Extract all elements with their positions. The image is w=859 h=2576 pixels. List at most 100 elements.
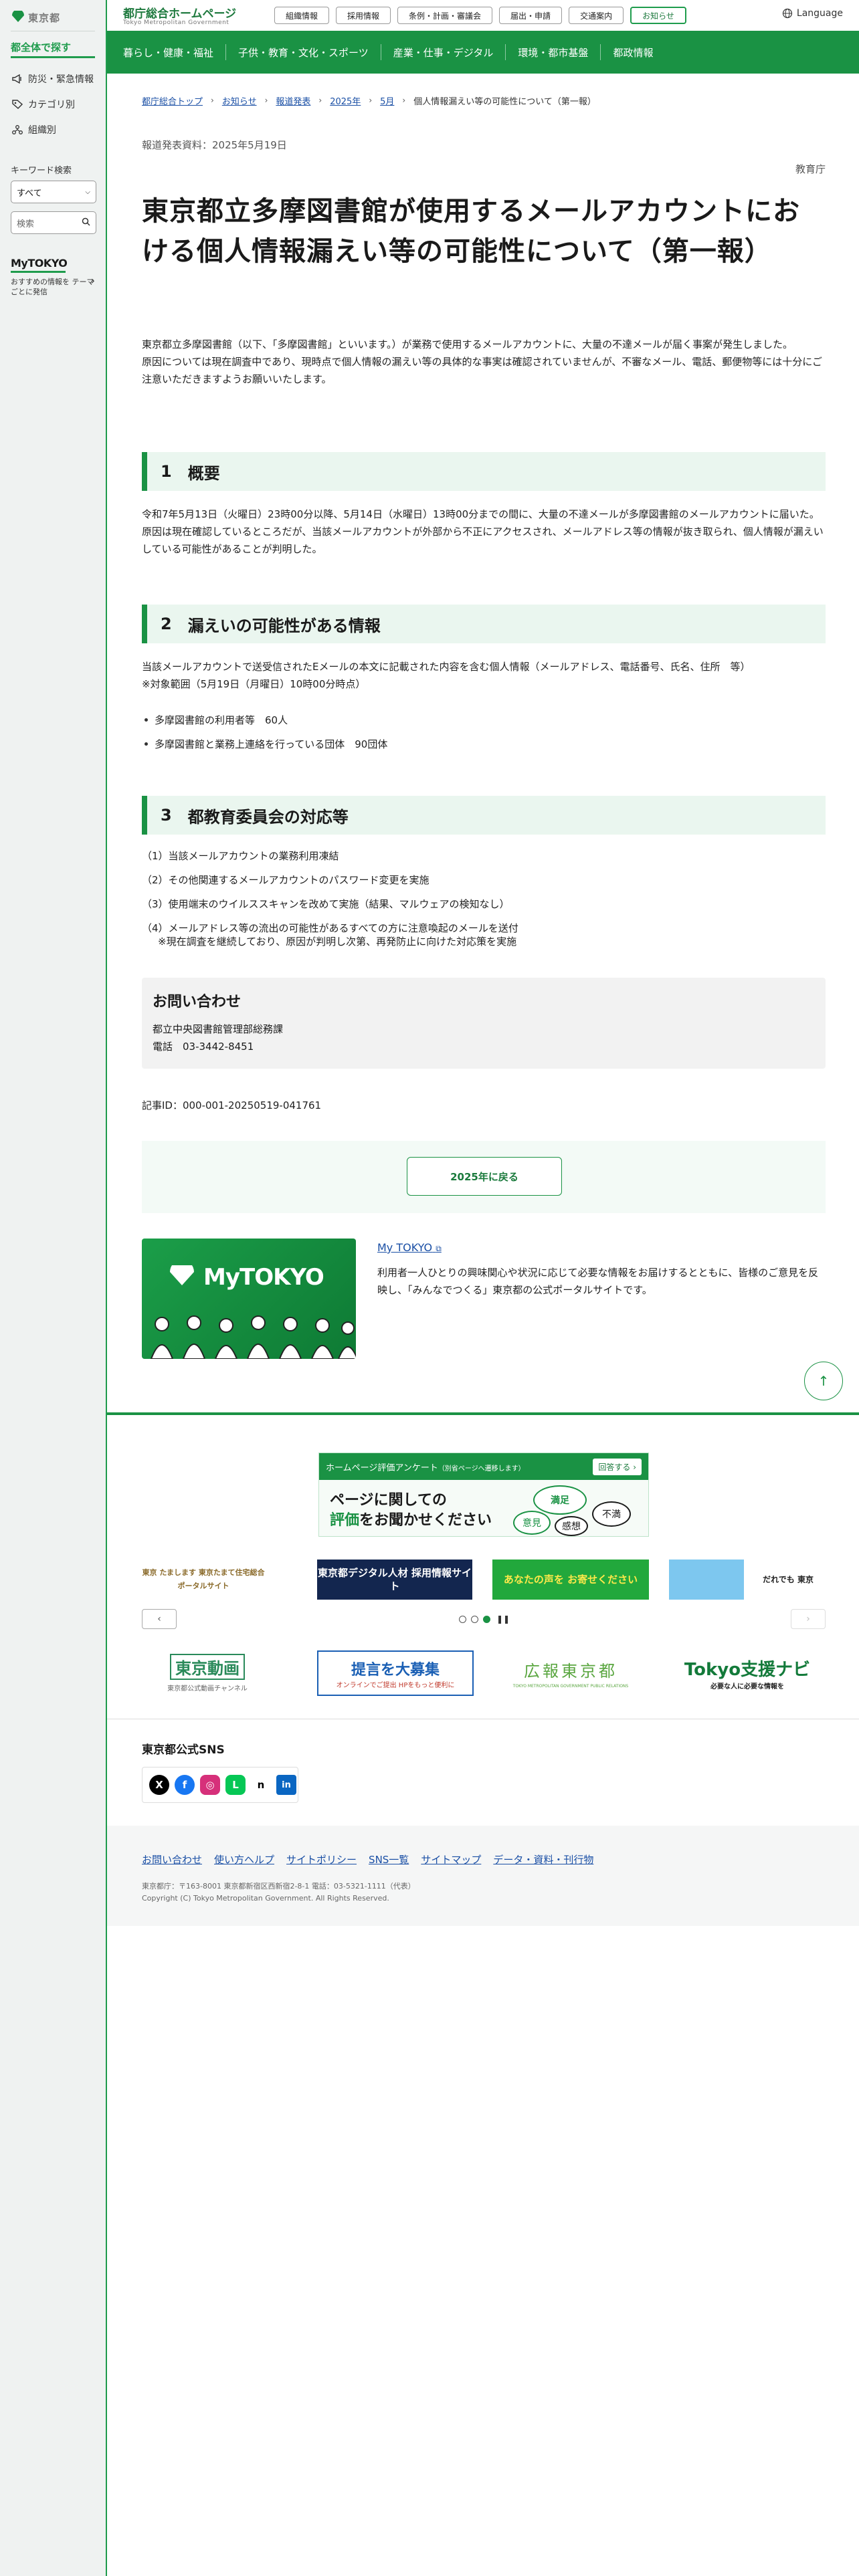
logo-shien-navi[interactable]: Tokyo支援ナビ 必要な人に必要な情報を [669,1650,826,1696]
footer-links: お問い合わせ 使い方ヘルプ サイトポリシー SNS一覧 サイトマップ データ・資… [142,1852,593,1866]
mytokyo-sidebar-link[interactable]: MyTOKYO おすすめの情報を テーマごとに発信 › [11,257,96,304]
contact-heading: お問い合わせ [153,994,242,1010]
chevron-down-icon: ⌵ [85,188,90,196]
footer-link-policy[interactable]: サイトポリシー [286,1852,357,1866]
divider [107,1412,859,1415]
header: 都庁総合ホームページ Tokyo Metropolitan Government… [107,0,859,31]
recruit-button[interactable]: 採用情報 [336,7,391,24]
global-nav: 暮らし・健康・福祉 子供・教育・文化・スポーツ 産業・仕事・デジタル 環境・都市… [107,31,859,74]
line-icon[interactable]: L [225,1775,246,1795]
tokyo-logo[interactable]: 東京都 [11,9,96,24]
bubble-dissatisfied: 不満 [592,1501,631,1527]
chevron-right-icon: › [90,274,95,287]
list-note: ※現在調査を継続しており、原因が判明し次第、再発防止に向けた対応策を実施 [158,936,517,948]
list-item: （2）その他関連するメールアカウントのパスワード変更を実施 [142,874,430,886]
search-input[interactable]: 検索 [11,211,96,234]
breadcrumb-link[interactable]: 5月 [380,94,394,107]
logo-proposal[interactable]: 提言を大募集 オンラインでご提出 HPをもっと便利に [317,1650,474,1696]
mytokyo-banner-image[interactable]: MyTOKYO [142,1239,356,1359]
footer-link-sns[interactable]: SNS一覧 [369,1852,409,1866]
search-icon[interactable] [82,217,90,229]
sidebar-item-category[interactable]: カテゴリ別 [11,96,75,112]
mytokyo-description: おすすめの情報を テーマごとに発信 [11,278,94,296]
carousel-prev-button[interactable]: ‹ [142,1609,177,1629]
mytokyo-description: 利用者一人ひとりの興味関心や状況に応じて必要な情報をお届けするとともに、皆様のご… [377,1267,819,1296]
logo-text: 東京都 [28,12,61,24]
nav-item-environment[interactable]: 環境・都市基盤 [506,44,601,60]
notice-button[interactable]: お知らせ [630,7,686,24]
note-icon[interactable]: n [251,1775,271,1795]
overview-text: 令和7年5月13日（火曜日）23時00分以降、5月14日（水曜日）13時00分ま… [142,508,824,555]
mytokyo-link-label: My TOKYO [377,1241,433,1254]
nav-item-education[interactable]: 子供・教育・文化・スポーツ [226,44,381,60]
divider [11,56,95,58]
logo-koho-tokyo[interactable]: 広報東京都 TOKYO METROPOLITAN GOVERNMENT PUBL… [492,1650,649,1696]
sidebar-item-organization[interactable]: 組織別 [11,122,56,138]
footer-address: 東京都庁：〒163-8001 東京都新宿区西新宿2-8-1 電話：03-5321… [142,1882,415,1891]
survey-line2-rest: をお聞かせください [359,1512,492,1529]
instagram-icon[interactable]: ◎ [200,1775,220,1795]
nav-item-government[interactable]: 都政情報 [601,44,665,60]
facebook-icon[interactable]: f [175,1775,195,1795]
list-item: （1）当該メールアカウントの業務利用凍結 [142,850,339,862]
survey-answer-button[interactable]: 回答する › [593,1458,642,1475]
footer-copyright: Copyright (C) Tokyo Metropolitan Governm… [142,1894,389,1903]
linkedin-icon[interactable]: in [276,1775,296,1795]
sidebar-item-label: カテゴリ別 [28,100,75,110]
chevron-right-icon: › [369,96,373,105]
breadcrumb-link[interactable]: 報道発表 [276,94,310,107]
carousel-dot-active[interactable] [483,1616,490,1623]
logo-subtitle: 必要な人に必要な情報を [710,1683,784,1691]
footer-link-data[interactable]: データ・資料・刊行物 [493,1852,593,1866]
nav-item-industry[interactable]: 産業・仕事・デジタル [381,44,506,60]
breadcrumb-link[interactable]: 都庁総合トップ [142,94,203,107]
sidebar: 東京都 都全体で探す 防災・緊急情報 カテゴリ別 組織別 キーワード検索 すべて… [0,0,107,2576]
ginkgo-logo-icon [170,1265,194,1285]
footer-link-help[interactable]: 使い方ヘルプ [214,1852,274,1866]
footer-link-contact[interactable]: お問い合わせ [142,1852,202,1866]
banner-housing[interactable]: 東京 たまします 東京たまて住宅総合ポータルサイト [142,1560,265,1600]
breadcrumb-link[interactable]: お知らせ [222,94,257,107]
mytokyo-link[interactable]: My TOKYO ⧉ [377,1241,442,1254]
mytokyo-image-logo: MyTOKYO [203,1264,324,1291]
survey-banner[interactable]: ホームページ評価アンケート（別省ページへ遷移します） 回答する › ページに関し… [318,1453,649,1537]
page-title: 東京都立多摩図書館が使用するメールアカウントにおける個人情報漏えい等の可能性につ… [142,196,800,267]
back-to-year-button[interactable]: 2025年に戻る [407,1157,562,1196]
search-placeholder: 検索 [17,219,35,229]
org-info-button[interactable]: 組織情報 [274,7,330,24]
footer-link-sitemap[interactable]: サイトマップ [421,1852,481,1866]
survey-answer-label: 回答する [598,1462,631,1472]
language-button[interactable]: Language [782,8,843,19]
carousel-dot[interactable] [459,1616,466,1623]
org-icon [11,124,24,135]
site-subtitle: Tokyo Metropolitan Government [123,19,229,26]
banner-voice[interactable]: あなたの声を お寄せください [492,1560,649,1600]
pause-icon[interactable]: ❚❚ [496,1614,510,1624]
footer-address-block: 東京都庁：〒163-8001 東京都新宿区西新宿2-8-1 電話：03-5321… [142,1881,415,1905]
logo-tokyo-douga[interactable]: 東京動画 東京都公式動画チャンネル [142,1650,273,1696]
search-scope-select[interactable]: すべて ⌵ [11,181,96,203]
ordinance-button[interactable]: 条例・計画・審議会 [397,7,493,24]
section-heading: 3 都教育委員会の対応等 [142,796,826,835]
carousel-next-button[interactable]: › [791,1609,826,1629]
section-number: 1 [161,462,172,481]
survey-header: ホームページ評価アンケート（別省ページへ遷移します） 回答する › [319,1453,648,1480]
banner-digital-recruit[interactable]: 東京都デジタル人材 採用情報サイト [317,1560,472,1600]
access-button[interactable]: 交通案内 [569,7,624,24]
section-title: 漏えいの可能性がある情報 [187,616,381,635]
breadcrumb-link[interactable]: 2025年 [330,94,361,107]
sidebar-item-disaster[interactable]: 防災・緊急情報 [11,71,94,87]
banner-daredemo[interactable]: だれでも 東京 [669,1560,819,1600]
logo-title: 広報東京都 [524,1662,617,1681]
site-title[interactable]: 都庁総合ホームページ [123,4,236,21]
carousel-dot[interactable] [471,1616,478,1623]
x-icon[interactable]: X [149,1775,169,1795]
section-title: 都教育委員会の対応等 [187,807,349,827]
nav-item-life[interactable]: 暮らし・健康・福祉 [123,44,227,60]
chevron-left-icon: ‹ [157,1614,161,1624]
contact-phone: 電話 03-3442-8451 [153,1041,254,1053]
logo-subtitle: 東京都公式動画チャンネル [167,1685,248,1693]
logo-subtitle: オンラインでご提出 HPをもっと便利に [336,1681,455,1689]
application-button[interactable]: 届出・申請 [499,7,563,24]
back-to-top-button[interactable]: ↑ [804,1362,843,1400]
